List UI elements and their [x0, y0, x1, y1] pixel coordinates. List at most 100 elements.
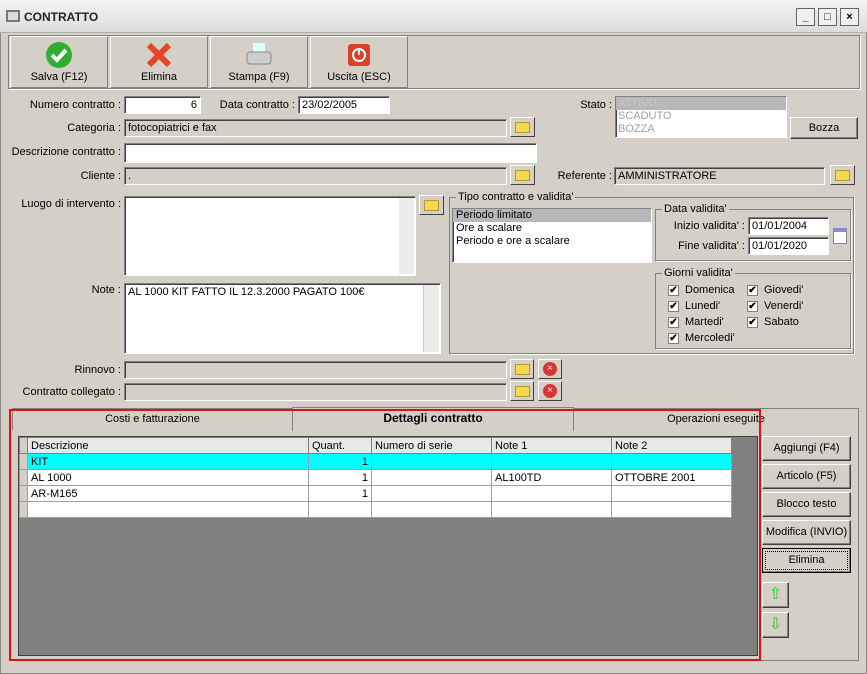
bozza-button[interactable]: Bozza — [790, 117, 858, 139]
column-header[interactable]: Quant. — [308, 437, 372, 454]
side-button[interactable]: Modifica (INVIO) — [762, 520, 851, 545]
fine-input[interactable]: 01/01/2020 — [748, 237, 829, 255]
folder-icon — [514, 385, 530, 397]
referente-browse-button[interactable] — [830, 165, 855, 185]
table-cell[interactable]: AL 1000 — [27, 469, 309, 486]
rinnovo-browse-button[interactable] — [510, 359, 534, 379]
tipo-listbox[interactable]: Periodo limitato Ore a scalare Periodo e… — [452, 208, 652, 263]
save-label: Salva (F12) — [30, 71, 88, 83]
collegato-browse-button[interactable] — [510, 381, 534, 401]
table-cell[interactable] — [491, 485, 612, 502]
column-header[interactable]: Note 2 — [611, 437, 732, 454]
minimize-button[interactable]: _ — [796, 8, 815, 26]
table-cell[interactable] — [371, 453, 492, 470]
move-down-button[interactable]: ⇩ — [762, 612, 789, 638]
tipo-option[interactable]: Periodo limitato — [453, 209, 651, 222]
categoria-browse-button[interactable] — [510, 117, 535, 137]
tab-dettagli[interactable]: Dettagli contratto — [292, 407, 574, 431]
tab-costi[interactable]: Costi e fatturazione — [12, 408, 293, 430]
luogo-browse-button[interactable] — [419, 195, 444, 215]
side-button[interactable]: Aggiungi (F4) — [762, 436, 851, 461]
table-cell[interactable] — [491, 501, 612, 518]
table-cell[interactable] — [308, 501, 372, 518]
luogo-label: Luogo di intervento : — [21, 198, 121, 210]
table-cell[interactable]: 1 — [308, 485, 372, 502]
table-cell[interactable]: KIT — [27, 453, 309, 470]
table-cell[interactable] — [611, 501, 732, 518]
note-scrollbar[interactable] — [423, 285, 439, 352]
giorno-checkbox[interactable]: ✔ Martedi' — [668, 316, 724, 328]
referente-input[interactable]: AMMINISTRATORE — [614, 167, 825, 185]
numero-input[interactable]: 6 — [124, 96, 201, 114]
stato-option[interactable]: ATTIVO — [616, 97, 786, 110]
table-cell[interactable] — [611, 453, 732, 470]
side-button[interactable]: Elimina — [762, 548, 851, 573]
descrizione-input[interactable] — [124, 143, 537, 163]
collegato-clear-button[interactable]: × — [538, 381, 562, 401]
column-header[interactable]: Descrizione — [27, 437, 309, 454]
table-cell[interactable] — [371, 485, 492, 502]
table-row[interactable]: KIT 1 — [19, 453, 732, 470]
save-button[interactable]: Salva (F12) — [10, 36, 108, 88]
giorno-label: Domenica — [685, 284, 735, 296]
cliente-browse-button[interactable] — [510, 165, 535, 185]
tab-operazioni[interactable]: Operazioni eseguite — [573, 408, 859, 430]
luogo-scrollbar[interactable] — [399, 198, 414, 274]
categoria-input[interactable]: fotocopiatrici e fax — [124, 119, 507, 137]
move-up-button[interactable]: ⇧ — [762, 582, 789, 608]
rinnovo-clear-button[interactable]: × — [538, 359, 562, 379]
column-header[interactable]: Numero di serie — [371, 437, 492, 454]
stato-option[interactable]: SCADUTO — [616, 110, 786, 123]
print-button[interactable]: Stampa (F9) — [210, 36, 308, 88]
table-cell[interactable]: AR-M165 — [27, 485, 309, 502]
table-cell[interactable] — [371, 501, 492, 518]
giorno-checkbox[interactable]: ✔ Lunedi' — [668, 300, 720, 312]
collegato-input[interactable] — [124, 383, 507, 401]
power-icon — [348, 44, 370, 66]
tipo-option[interactable]: Periodo e ore a scalare — [453, 235, 651, 248]
stato-option[interactable]: BOZZA — [616, 123, 786, 136]
luogo-textarea[interactable] — [124, 196, 416, 276]
table-cell[interactable] — [27, 501, 309, 518]
giorno-checkbox[interactable]: ✔ Sabato — [747, 316, 799, 328]
table-row[interactable]: AL 1000 1 AL100TD OTTOBRE 2001 — [19, 469, 732, 486]
row-indicator — [19, 469, 28, 486]
delete-button[interactable]: Elimina — [110, 36, 208, 88]
inizio-label: Inizio validita' : — [673, 220, 745, 232]
table-row[interactable] — [19, 501, 732, 518]
cliente-input[interactable]: . — [124, 167, 507, 185]
side-button[interactable]: Blocco testo — [762, 492, 851, 517]
table-cell[interactable] — [371, 469, 492, 486]
table-row[interactable]: AR-M165 1 — [19, 485, 732, 502]
table-cell[interactable]: 1 — [308, 453, 372, 470]
giorno-checkbox[interactable]: ✔ Giovedi' — [747, 284, 803, 296]
giorno-checkbox[interactable]: ✔ Venerdi' — [747, 300, 803, 312]
side-button[interactable]: Articolo (F5) — [762, 464, 851, 489]
column-header[interactable]: Note 1 — [491, 437, 612, 454]
maximize-button[interactable]: □ — [818, 8, 837, 26]
giorno-checkbox[interactable]: ✔ Mercoledi' — [668, 332, 735, 344]
giorno-label: Venerdi' — [764, 300, 804, 312]
table-cell[interactable] — [611, 485, 732, 502]
details-grid: Descrizione Quant. Numero di serie Note 1 No… — [18, 436, 758, 656]
table-cell[interactable]: 1 — [308, 469, 372, 486]
descrizione-label: Descrizione contratto : — [11, 146, 121, 158]
title-bar: CONTRATTO _ □ × — [0, 0, 867, 33]
exit-button[interactable]: Uscita (ESC) — [310, 36, 408, 88]
note-textarea[interactable]: AL 1000 KIT FATTO IL 12.3.2000 PAGATO 10… — [124, 283, 441, 354]
inizio-input[interactable]: 01/01/2004 — [748, 217, 829, 235]
stato-listbox[interactable]: ATTIVO SCADUTO BOZZA — [615, 96, 787, 138]
data-validita-title: Data validita' — [662, 203, 729, 215]
tipo-option[interactable]: Ore a scalare — [453, 222, 651, 235]
close-button[interactable]: × — [840, 8, 859, 26]
window-title: CONTRATTO — [24, 10, 99, 24]
table-cell[interactable] — [491, 453, 612, 470]
folder-icon — [835, 169, 850, 181]
giorno-checkbox[interactable]: ✔ Domenica — [668, 284, 735, 296]
data-input[interactable]: 23/02/2005 — [298, 96, 390, 114]
rinnovo-input[interactable] — [124, 361, 507, 379]
table-cell[interactable]: AL100TD — [491, 469, 612, 486]
calendar-icon[interactable] — [833, 228, 847, 244]
fine-label: Fine validita' : — [678, 240, 745, 252]
table-cell[interactable]: OTTOBRE 2001 — [611, 469, 732, 486]
